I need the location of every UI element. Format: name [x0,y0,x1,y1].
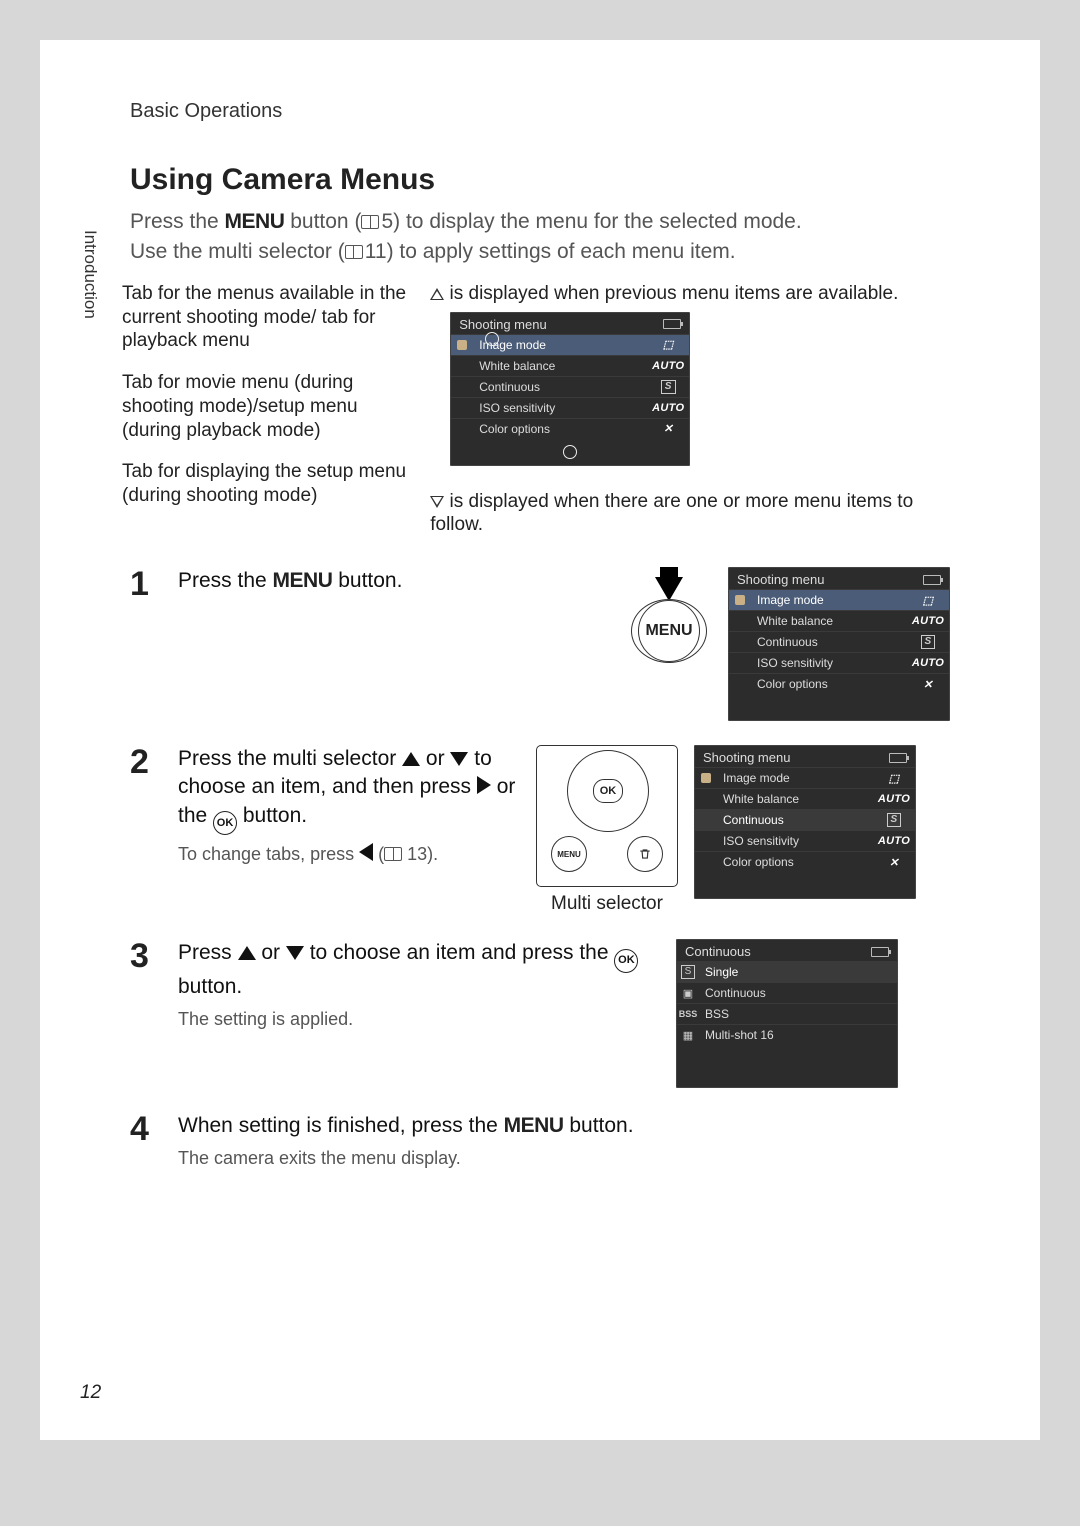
lcd-screen-step2: Shooting menu Image mode⬚ White balanceA… [694,745,916,899]
battery-icon [871,947,889,957]
battery-icon [889,753,907,763]
manual-page: Introduction Basic Operations Using Came… [40,40,1040,1440]
step-3: 3 Press or to choose an item and press t… [130,939,950,1088]
side-tab-label: Introduction [80,230,100,319]
book-icon [384,844,402,864]
up-triangle-icon [402,752,420,766]
book-icon [361,207,379,237]
lcd-row: White balance AUTO [451,355,689,376]
menu-button-diagram: MENU [626,567,712,663]
book-icon [345,237,363,267]
left-triangle-icon [359,843,373,861]
page-number: 12 [80,1382,101,1404]
menu-word: MENU [225,210,285,233]
arrow-down-icon [655,577,683,601]
lcd-row: ISO sensitivity AUTO [451,397,689,418]
step-2: 2 Press the multi selector or to choose … [130,745,950,915]
callout-tab-setup: Tab for displaying the setup menu (durin… [122,460,410,508]
selector-caption: Multi selector [551,893,663,915]
callout-tab-movie: Tab for movie menu (during shooting mode… [122,371,410,442]
lcd-title: Shooting menu [459,317,546,332]
intro-line-1: Press the MENU button ( 5) to display th… [130,207,950,237]
chevron-up-marker [485,332,499,346]
right-triangle-icon [477,776,491,794]
ok-button-icon: OK [213,811,237,835]
multi-selector-diagram: OK MENU [536,745,678,887]
battery-icon [923,575,941,585]
lcd-screen-step1: Shooting menu Image mode⬚ White balanceA… [728,567,950,721]
trash-icon [627,836,663,872]
callout-more-items: is displayed when there are one or more … [430,490,950,538]
chevron-up-outline-icon [430,288,444,300]
ok-button-icon: OK [614,949,638,973]
lcd-screen-step3: Continuous SSingle ▣Continuous BSSBSS ▦M… [676,939,898,1088]
lcd-screen-main: Shooting menu Image mode ⬚ White balance… [450,312,690,466]
lcd-row: Color options ✕ [451,418,689,439]
chevron-down-marker [563,445,577,459]
callout-tab-shooting: Tab for the menus available in the curre… [122,282,410,353]
step-1: 1 Press the MENU button. MENU Shooting m… [130,567,950,721]
tab-icon [457,340,467,350]
menu-button-icon: MENU [551,836,587,872]
battery-icon [663,319,681,329]
step-4: 4 When setting is finished, press the ME… [130,1112,950,1169]
up-triangle-icon [238,946,256,960]
down-triangle-icon [286,946,304,960]
page-title: Using Camera Menus [130,163,950,197]
intro-line-2: Use the multi selector ( 11) to apply se… [130,237,950,267]
chevron-down-outline-icon [430,496,444,508]
down-triangle-icon [450,752,468,766]
lcd-row: Continuous S [451,376,689,397]
callout-prev-items: is displayed when previous menu items ar… [430,282,950,306]
diagram-block: Tab for the menus available in the curre… [40,276,1040,537]
running-head: Basic Operations [130,100,950,123]
